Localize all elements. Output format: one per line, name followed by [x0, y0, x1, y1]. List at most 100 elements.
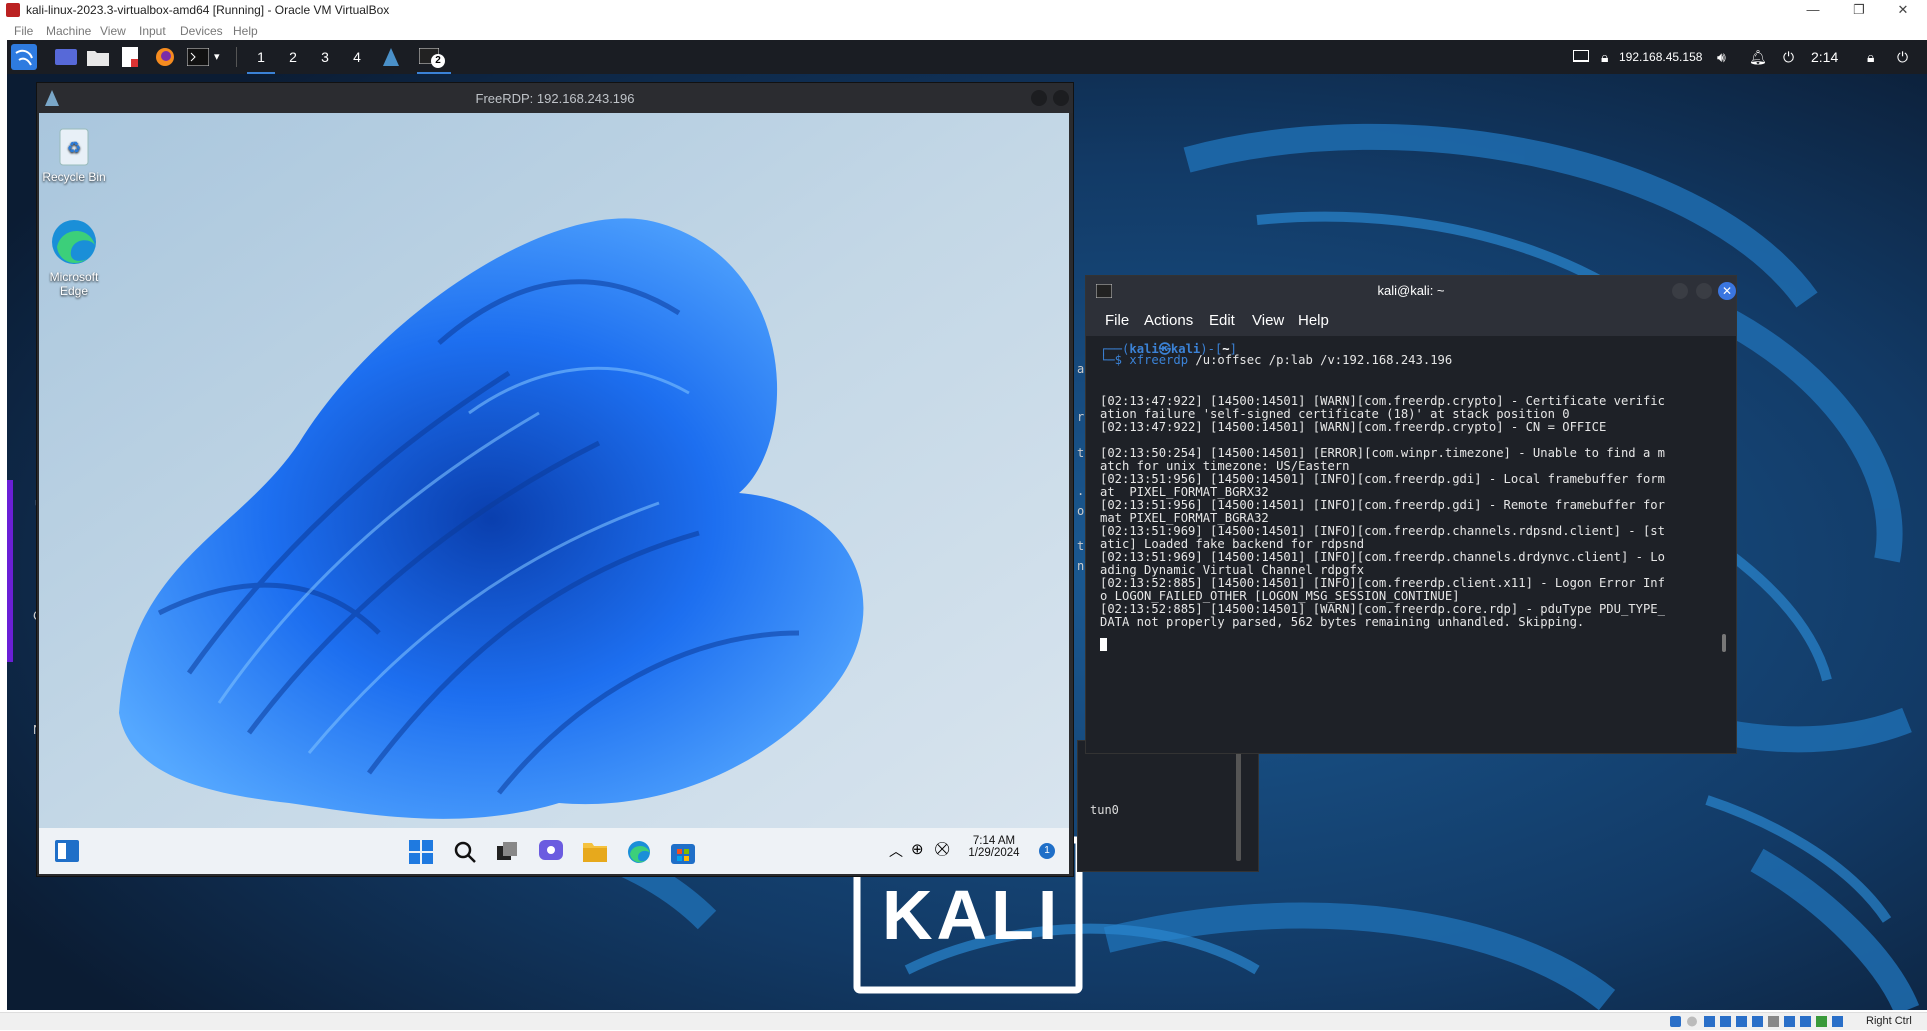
- freerdp-minimize-button[interactable]: [1031, 90, 1047, 106]
- side-letter: o: [1077, 504, 1085, 518]
- workspace-4[interactable]: 4: [343, 40, 371, 74]
- terminal-menu-view[interactable]: View: [1252, 312, 1284, 329]
- chevron-up-icon[interactable]: ︿: [889, 841, 903, 861]
- terminal-minimize-button[interactable]: [1672, 283, 1688, 299]
- desktop-icon-label: Recycle Bin: [42, 170, 106, 184]
- kali-top-panel: ▾ 1 2 3 4 2 🔒︎ 192.168.45.158 🔊︎ 🔔︎ ⏻ 2:…: [7, 40, 1927, 74]
- vbox-menu-help[interactable]: Help: [233, 24, 258, 38]
- terminal-count-badge: 2: [431, 54, 445, 68]
- windows-start-icon[interactable]: [409, 840, 433, 864]
- terminal-maximize-button[interactable]: [1696, 283, 1712, 299]
- freerdp-title: FreeRDP: 192.168.243.196: [475, 91, 635, 106]
- vbox-window-title: kali-linux-2023.3-virtualbox-amd64 [Runn…: [26, 3, 390, 17]
- windows-desktop[interactable]: ♻ Recycle Bin Microsoft Edge: [39, 113, 1069, 828]
- vbox-titlebar: kali-linux-2023.3-virtualbox-amd64 [Runn…: [0, 0, 1927, 20]
- background-window: tun0: [1077, 740, 1259, 872]
- workspace-1[interactable]: 1: [247, 40, 275, 74]
- vbox-menu-file[interactable]: File: [14, 24, 33, 38]
- terminal-scrollbar[interactable]: [1722, 634, 1726, 652]
- host-key-label: Right Ctrl: [1866, 1015, 1912, 1027]
- edge-taskbar-icon[interactable]: [627, 840, 651, 864]
- file-manager-icon[interactable]: [87, 40, 109, 74]
- terminal-menu-edit[interactable]: Edit: [1209, 312, 1235, 329]
- side-letter: r: [1077, 410, 1085, 424]
- scrollbar[interactable]: [1236, 751, 1241, 861]
- volume-icon[interactable]: 🔊︎: [1717, 40, 1726, 74]
- store-icon[interactable]: [671, 840, 695, 864]
- terminal-output-line: o LOGON_FAILED_OTHER [LOGON_MSG_SESSION_…: [1100, 589, 1460, 603]
- terminal-output-line: [02:13:51:969] [14500:14501] [INFO][com.…: [1100, 524, 1665, 538]
- vbox-status-icons[interactable]: [1670, 1015, 1850, 1028]
- terminal-output-line: DATA not properly parsed, 562 bytes rema…: [1100, 615, 1585, 629]
- widgets-icon[interactable]: [55, 840, 79, 862]
- edge-icon: [52, 220, 96, 264]
- chevron-down-icon[interactable]: ▾: [214, 40, 220, 74]
- background-window-text: tun0: [1090, 803, 1119, 817]
- kali-menu-button[interactable]: [11, 40, 39, 74]
- power-icon[interactable]: ⏻: [1783, 40, 1794, 74]
- terminal-task-button[interactable]: 2: [417, 40, 451, 74]
- chat-icon[interactable]: [539, 840, 563, 864]
- close-button[interactable]: ✕: [1880, 0, 1926, 20]
- freerdp-maximize-button[interactable]: [1053, 90, 1069, 106]
- logout-icon[interactable]: ⏻: [1897, 40, 1908, 74]
- terminal-output-line: atch for unix timezone: US/Eastern: [1100, 459, 1350, 473]
- notification-bell-icon[interactable]: 🔔︎: [1749, 40, 1767, 74]
- terminal-output-line: [02:13:47:922] [14500:14501] [WARN][com.…: [1100, 394, 1665, 408]
- side-letter: t: [1077, 446, 1085, 460]
- recycle-bin-shortcut[interactable]: ♻ Recycle Bin: [39, 123, 109, 184]
- microsoft-edge-shortcut[interactable]: Microsoft Edge: [39, 217, 109, 298]
- freerdp-titlebar: FreeRDP: 192.168.243.196: [37, 83, 1073, 113]
- terminal-menu-actions[interactable]: Actions: [1144, 312, 1193, 329]
- firefox-icon[interactable]: [155, 40, 175, 74]
- windows-taskbar: ︿ ⊕ ⛒ 7:14 AM 1/29/2024 1: [39, 828, 1069, 874]
- terminal-launcher-icon[interactable]: [186, 40, 210, 74]
- side-letter: t: [1077, 539, 1085, 553]
- terminal-cursor: [1100, 638, 1107, 651]
- terminal-title: kali@kali: ~: [1377, 283, 1445, 298]
- terminal-output-line: [02:13:52:885] [14500:14501] [INFO][com.…: [1100, 576, 1665, 590]
- vbox-menu-input[interactable]: Input: [139, 24, 166, 38]
- network-icon[interactable]: ⛒: [935, 840, 949, 857]
- workspace-3[interactable]: 3: [311, 40, 339, 74]
- terminal-menu-help[interactable]: Help: [1298, 312, 1329, 329]
- terminal-output-line: [02:13:52:885] [14500:14501] [WARN][com.…: [1100, 602, 1665, 616]
- lock-screen-icon[interactable]: 🔒︎: [1867, 40, 1874, 74]
- terminal-output-line: [02:13:50:254] [14500:14501] [ERROR][com…: [1100, 446, 1665, 460]
- freerdp-task-icon[interactable]: [383, 40, 399, 74]
- side-letter: a: [1077, 362, 1085, 376]
- left-edge-accent: [7, 480, 13, 662]
- minimize-button[interactable]: —: [1790, 0, 1836, 20]
- terminal-output-line: [02:13:51:956] [14500:14501] [INFO][com.…: [1100, 472, 1665, 486]
- vbox-menu-devices[interactable]: Devices: [180, 24, 223, 38]
- windows-bloom-wallpaper: [39, 113, 1069, 828]
- maximize-button[interactable]: ❐: [1836, 0, 1882, 20]
- terminal-output[interactable]: ┌──(kali㉿kali)-[~] └─$ xfreerdp /u:offse…: [1086, 336, 1736, 753]
- vbox-menu-view[interactable]: View: [100, 24, 126, 38]
- file-explorer-icon[interactable]: [583, 840, 607, 862]
- terminal-titlebar: kali@kali: ~ ✕: [1086, 276, 1736, 306]
- terminal-window: kali@kali: ~ ✕ File Actions Edit View He…: [1085, 275, 1737, 754]
- show-desktop-icon[interactable]: [55, 40, 77, 74]
- workspace-2[interactable]: 2: [279, 40, 307, 74]
- display-icon[interactable]: [1572, 40, 1590, 74]
- terminal-output-line: mat PIXEL_FORMAT_BGRA32: [1100, 511, 1269, 525]
- notification-badge[interactable]: 1: [1039, 843, 1055, 859]
- network-lock-icon[interactable]: 🔒︎: [1601, 40, 1608, 74]
- prompt-dollar: └─$: [1100, 353, 1130, 367]
- taskbar-clock[interactable]: 7:14 AM 1/29/2024: [959, 835, 1029, 859]
- search-icon[interactable]: [453, 840, 477, 864]
- ip-address: 192.168.45.158: [1619, 50, 1703, 64]
- language-icon[interactable]: ⊕: [911, 840, 924, 858]
- text-editor-icon[interactable]: [122, 40, 138, 74]
- clock[interactable]: 2:14: [1811, 40, 1838, 74]
- desktop-icon-label: Microsoft Edge: [49, 270, 99, 298]
- vbox-menu-machine[interactable]: Machine: [46, 24, 91, 38]
- task-view-icon[interactable]: [497, 842, 519, 862]
- terminal-menu-file[interactable]: File: [1105, 312, 1129, 329]
- virtualbox-logo-icon: [6, 3, 20, 17]
- freerdp-window: FreeRDP: 192.168.243.196 ♻ Recycle Bin M…: [36, 82, 1074, 877]
- terminal-close-button[interactable]: ✕: [1718, 282, 1736, 300]
- side-letter: n: [1077, 559, 1085, 573]
- terminal-output-line: [02:13:51:956] [14500:14501] [INFO][com.…: [1100, 498, 1665, 512]
